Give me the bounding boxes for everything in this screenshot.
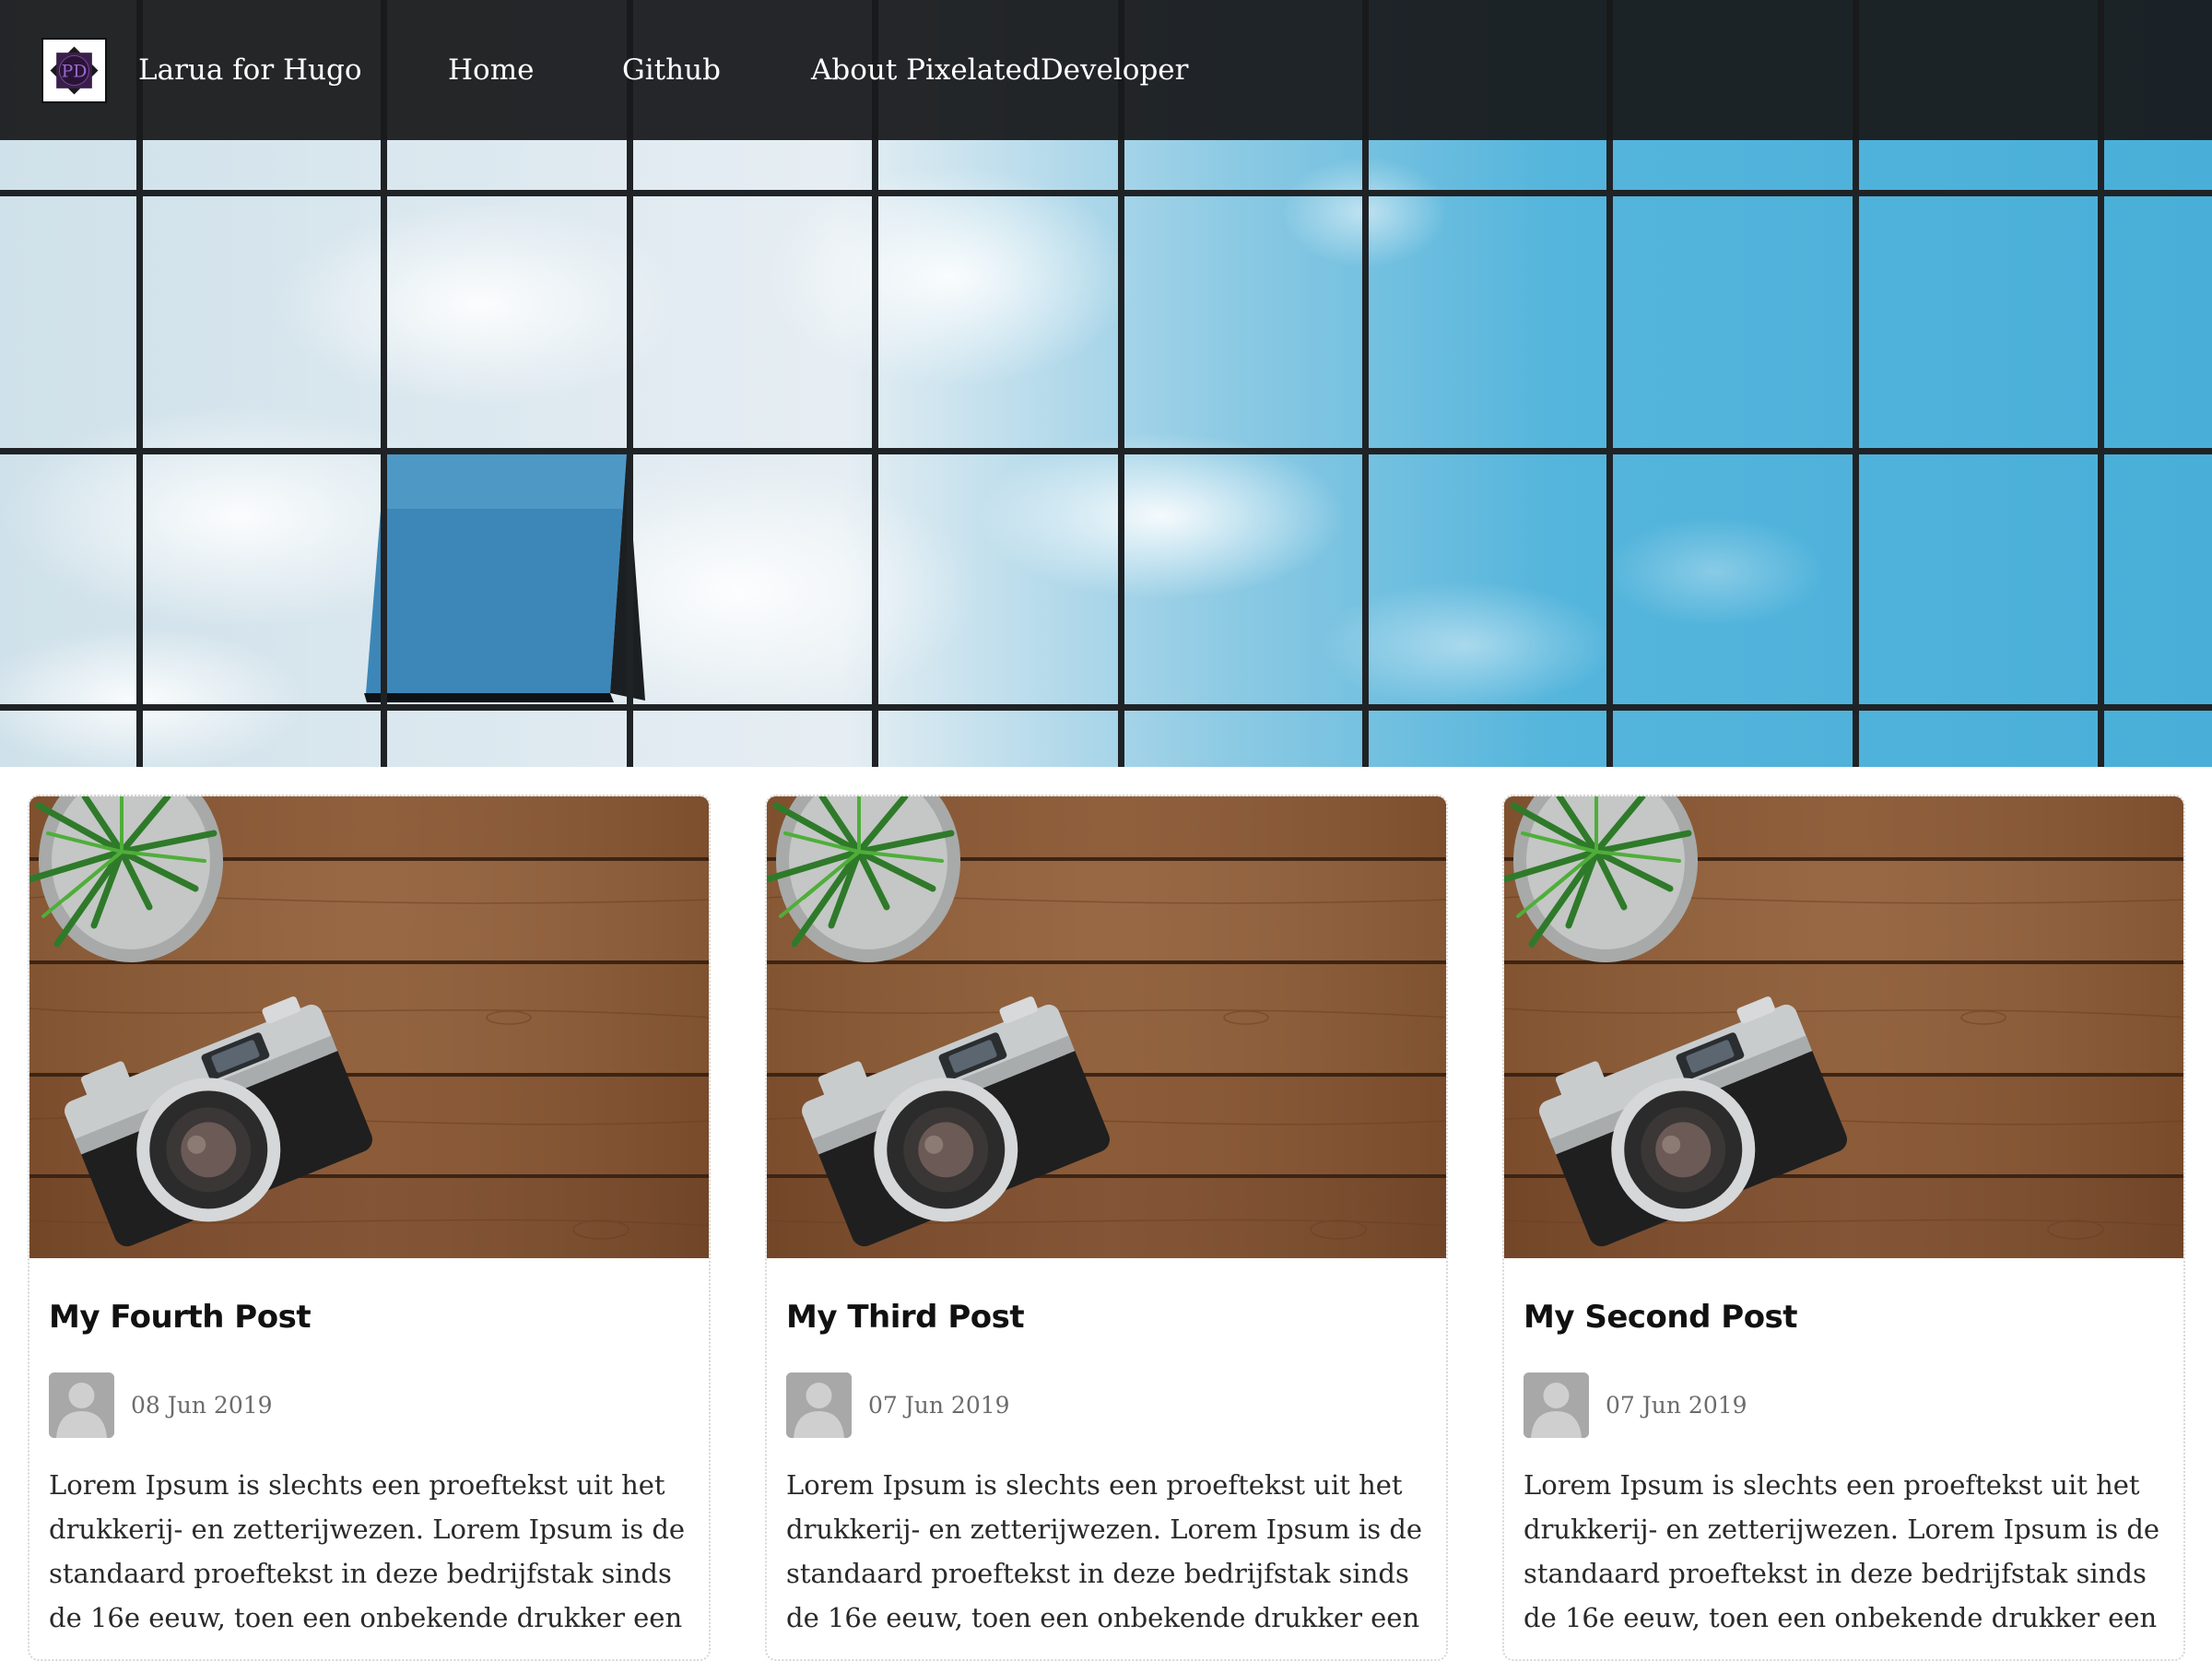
post-card: My Fourth Post 08 Jun 2019 Lorem Ipsum i… xyxy=(28,795,711,1661)
pd-logo-icon[interactable]: PD xyxy=(41,38,107,103)
post-thumbnail-image[interactable] xyxy=(1504,796,2185,1258)
nav-link-home[interactable]: Home xyxy=(448,48,534,92)
excerpt-line: Lorem Ipsum is slechts een proeftekst ui… xyxy=(786,1469,1403,1501)
post-title[interactable]: My Second Post xyxy=(1524,1299,1798,1336)
post-meta: 07 Jun 2019 xyxy=(1524,1372,1747,1438)
excerpt-line: drukkerij- en zetterijwezen. Lorem Ipsum… xyxy=(786,1514,1423,1545)
post-date: 07 Jun 2019 xyxy=(1606,1391,1747,1419)
post-thumbnail-image[interactable] xyxy=(767,796,1448,1258)
post-meta: 08 Jun 2019 xyxy=(49,1372,273,1438)
post-excerpt: Lorem Ipsum is slechts een proeftekst ui… xyxy=(1524,1463,2173,1640)
nav-link-about[interactable]: About PixelatedDeveloper xyxy=(811,48,1188,92)
excerpt-line: drukkerij- en zetterijwezen. Lorem Ipsum… xyxy=(1524,1514,2160,1545)
excerpt-line: Lorem Ipsum is slechts een proeftekst ui… xyxy=(49,1469,665,1501)
svg-text:PD: PD xyxy=(62,62,88,82)
post-title[interactable]: My Third Post xyxy=(786,1299,1025,1336)
excerpt-line: standaard proeftekst in deze bedrijfstak… xyxy=(786,1558,1409,1589)
top-navbar: PD Larua for Hugo Home Github About Pixe… xyxy=(0,0,2212,140)
post-excerpt: Lorem Ipsum is slechts een proeftekst ui… xyxy=(786,1463,1436,1640)
post-date: 08 Jun 2019 xyxy=(131,1391,273,1419)
nav-link-github[interactable]: Github xyxy=(622,48,721,92)
post-title[interactable]: My Fourth Post xyxy=(49,1299,312,1336)
post-meta: 07 Jun 2019 xyxy=(786,1372,1010,1438)
post-date: 07 Jun 2019 xyxy=(868,1391,1010,1419)
brand-link[interactable]: Larua for Hugo xyxy=(138,48,362,92)
excerpt-line: Lorem Ipsum is slechts een proeftekst ui… xyxy=(1524,1469,2140,1501)
user-avatar-icon xyxy=(786,1372,852,1438)
excerpt-line: de 16e eeuw, toen een onbekende drukker … xyxy=(786,1602,1420,1633)
post-excerpt: Lorem Ipsum is slechts een proeftekst ui… xyxy=(49,1463,699,1640)
excerpt-line: drukkerij- en zetterijwezen. Lorem Ipsum… xyxy=(49,1514,686,1545)
excerpt-line: standaard proeftekst in deze bedrijfstak… xyxy=(49,1558,672,1589)
excerpt-line: de 16e eeuw, toen een onbekende drukker … xyxy=(1524,1602,2158,1633)
excerpt-line: standaard proeftekst in deze bedrijfstak… xyxy=(1524,1558,2147,1589)
post-card: My Third Post 07 Jun 2019 Lorem Ipsum is… xyxy=(765,795,1448,1661)
excerpt-line: de 16e eeuw, toen een onbekende drukker … xyxy=(49,1602,683,1633)
post-card: My Second Post 07 Jun 2019 Lorem Ipsum i… xyxy=(1502,795,2185,1661)
user-avatar-icon xyxy=(49,1372,114,1438)
user-avatar-icon xyxy=(1524,1372,1589,1438)
post-thumbnail-image[interactable] xyxy=(29,796,711,1258)
